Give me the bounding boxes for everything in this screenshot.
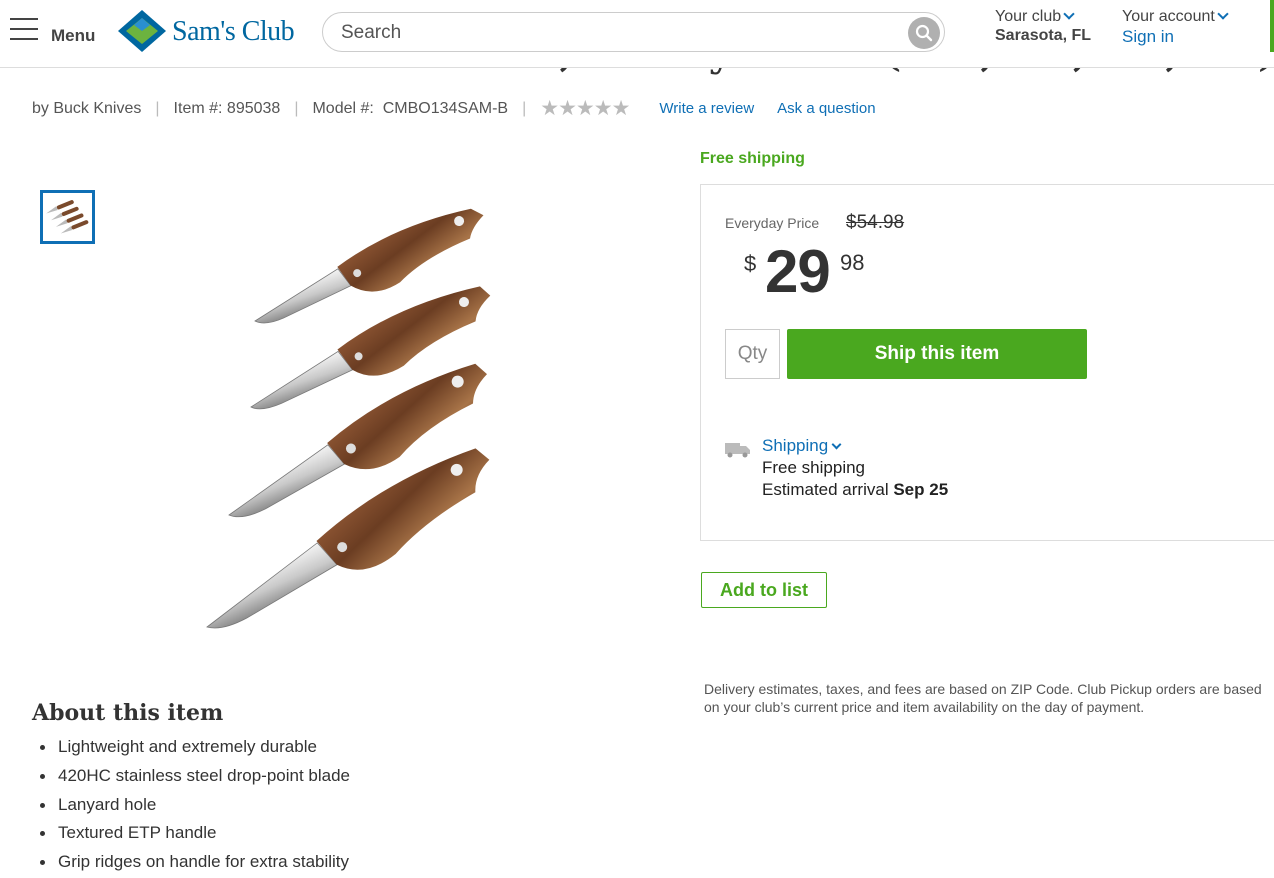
- list-item: Textured ETP handle: [38, 822, 350, 851]
- shipping-link[interactable]: Shipping: [762, 436, 842, 456]
- hamburger-icon: [10, 18, 38, 40]
- eta-prefix: Estimated arrival: [762, 480, 889, 499]
- your-club[interactable]: Your club Sarasota, FL: [995, 8, 1115, 45]
- price-cents: 98: [840, 250, 865, 275]
- item-label: Item: [173, 99, 205, 117]
- knife-4: [206, 448, 490, 629]
- cart-edge[interactable]: [1270, 0, 1274, 52]
- logo-text: Sam's Club: [172, 16, 295, 47]
- search-icon: [915, 24, 933, 42]
- price-dollars: 29: [765, 238, 831, 305]
- shipping-label: Shipping: [762, 436, 829, 455]
- chevron-down-icon: [1217, 8, 1229, 20]
- list-item: 420HC stainless steel drop-point blade: [38, 765, 350, 794]
- chevron-down-icon: [831, 439, 842, 450]
- model-label: Model #:: [312, 99, 374, 117]
- site-header: Menu Sam's Club Your club Sarasota, FL Y…: [0, 0, 1274, 68]
- price-box: Everyday Price $54.98 $ 29 98 Ship this …: [700, 184, 1274, 541]
- truck-icon: [725, 443, 750, 458]
- your-account[interactable]: Your account Sign in: [1122, 8, 1262, 47]
- chevron-down-icon: [1063, 8, 1075, 20]
- divider: |: [294, 99, 299, 117]
- estimated-arrival: Estimated arrival Sep 25: [762, 480, 948, 500]
- menu-label: Menu: [51, 26, 96, 45]
- menu-button[interactable]: Menu: [10, 16, 100, 52]
- ship-this-item-button[interactable]: Ship this item: [787, 329, 1087, 379]
- sams-club-logo[interactable]: Sam's Club: [118, 10, 303, 52]
- shipping-free-text: Free shipping: [762, 458, 866, 477]
- logo-diamond-icon: [118, 10, 166, 52]
- divider: |: [155, 99, 160, 117]
- account-label: Your account: [1122, 8, 1215, 25]
- about-bullets: Lightweight and extremely durable 420HC …: [38, 736, 350, 878]
- brand-name: by Buck Knives: [32, 99, 142, 117]
- ask-question-link[interactable]: Ask a question: [777, 100, 875, 117]
- search-button[interactable]: [908, 17, 940, 49]
- delivery-note: Delivery estimates, taxes, and fees are …: [704, 681, 1262, 715]
- search-input[interactable]: [341, 21, 901, 45]
- club-label: Your club: [995, 8, 1062, 25]
- divider: |: [522, 99, 527, 117]
- sign-in-link[interactable]: Sign in: [1122, 27, 1262, 47]
- everyday-price-label: Everyday Price: [725, 215, 820, 231]
- about-title: About this item: [32, 700, 224, 726]
- list-item: Grip ridges on handle for extra stabilit…: [38, 851, 350, 878]
- list-item: Lanyard hole: [38, 794, 350, 823]
- was-price: $54.98: [846, 212, 905, 233]
- add-to-list-button[interactable]: Add to list: [701, 572, 827, 608]
- model-number: CMBO134SAM-B: [382, 99, 509, 117]
- quantity-input[interactable]: [725, 329, 780, 379]
- write-review-link[interactable]: Write a review: [659, 100, 754, 117]
- free-shipping-banner: Free shipping: [700, 150, 805, 167]
- rating-stars[interactable]: ★★★★★: [540, 96, 630, 121]
- eta-date: Sep 25: [893, 480, 949, 499]
- knives-thumbnail-image: [46, 200, 89, 234]
- item-number: #: 895038: [209, 99, 281, 117]
- product-meta: by Buck Knives | Item #: 895038 | Model …: [32, 96, 876, 121]
- product-main-image[interactable]: [195, 185, 605, 635]
- product-thumbnail[interactable]: [40, 190, 95, 244]
- currency-symbol: $: [744, 251, 757, 276]
- list-item: Lightweight and extremely durable: [38, 736, 350, 765]
- club-location: Sarasota, FL: [995, 27, 1092, 44]
- search-box: [322, 12, 945, 52]
